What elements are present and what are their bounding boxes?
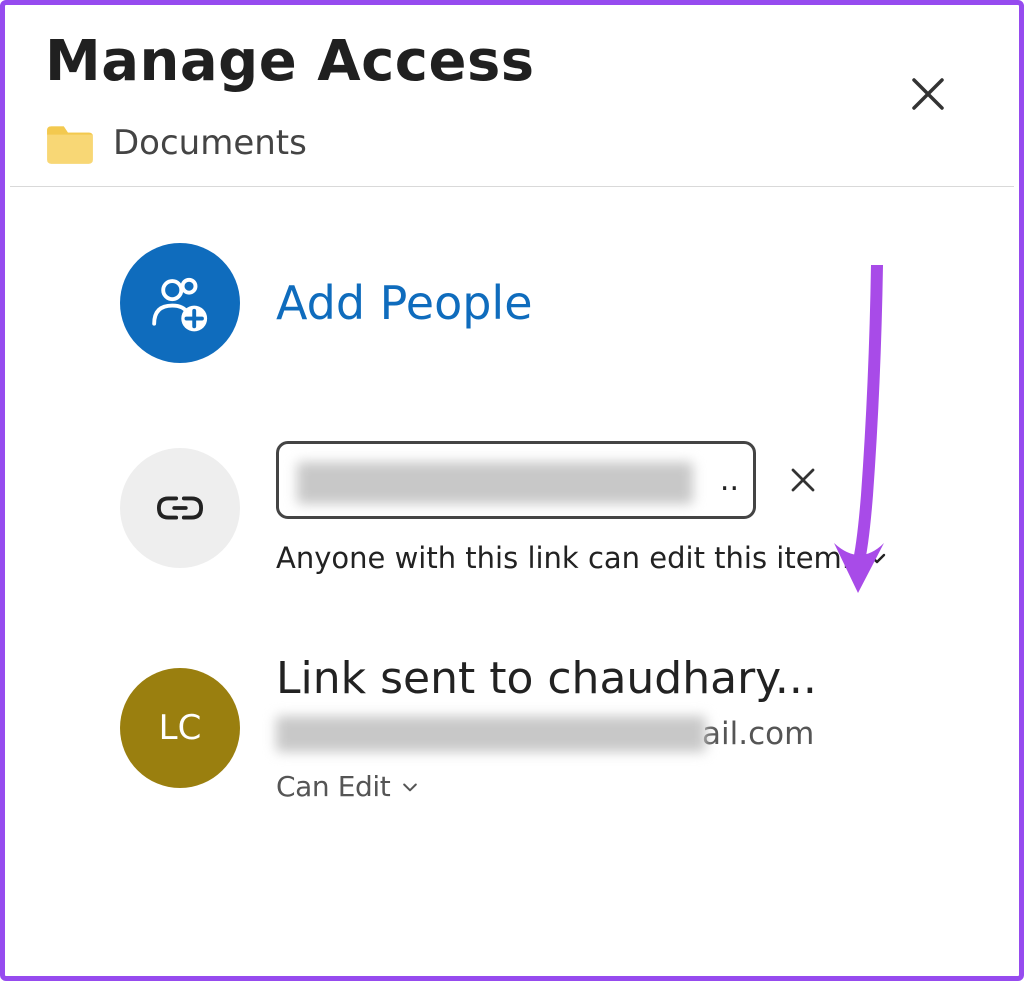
folder-name: Documents [113, 123, 307, 163]
close-button[interactable] [907, 73, 949, 115]
recipient-info: Link sent to chaudhary... ail.com Can Ed… [276, 653, 969, 803]
recipient-title: Link sent to chaudhary... [276, 653, 969, 704]
remove-link-button[interactable] [788, 465, 818, 495]
recipient-permission-dropdown[interactable]: Can Edit [276, 770, 969, 803]
link-permission-label: Anyone with this link can edit this item… [276, 541, 851, 575]
avatar: LC [120, 668, 240, 788]
redacted-email-text [276, 716, 706, 752]
add-people-label: Add People [276, 276, 533, 330]
link-truncation: .. [720, 463, 739, 498]
link-icon-circle [120, 448, 240, 568]
recipient-email: ail.com [276, 712, 969, 756]
link-icon [157, 485, 203, 531]
avatar-initials: LC [159, 708, 202, 748]
close-icon [907, 73, 949, 115]
dialog-title: Manage Access [45, 29, 979, 94]
close-icon [788, 465, 818, 495]
recipient-permission-label: Can Edit [276, 770, 390, 803]
manage-access-dialog: Manage Access Documents [0, 0, 1024, 981]
breadcrumb: Documents [5, 94, 1019, 186]
people-add-icon [149, 272, 211, 334]
recipient-row: LC Link sent to chaudhary... ail.com Can… [5, 597, 1019, 825]
folder-icon [45, 122, 95, 164]
chevron-down-icon [400, 777, 420, 797]
redacted-link-text [297, 462, 693, 504]
share-link-field[interactable]: .. [276, 441, 756, 519]
email-suffix: ail.com [702, 716, 814, 752]
dialog-header: Manage Access [5, 5, 1019, 94]
annotation-arrow [827, 265, 897, 605]
add-people-icon-circle [120, 243, 240, 363]
